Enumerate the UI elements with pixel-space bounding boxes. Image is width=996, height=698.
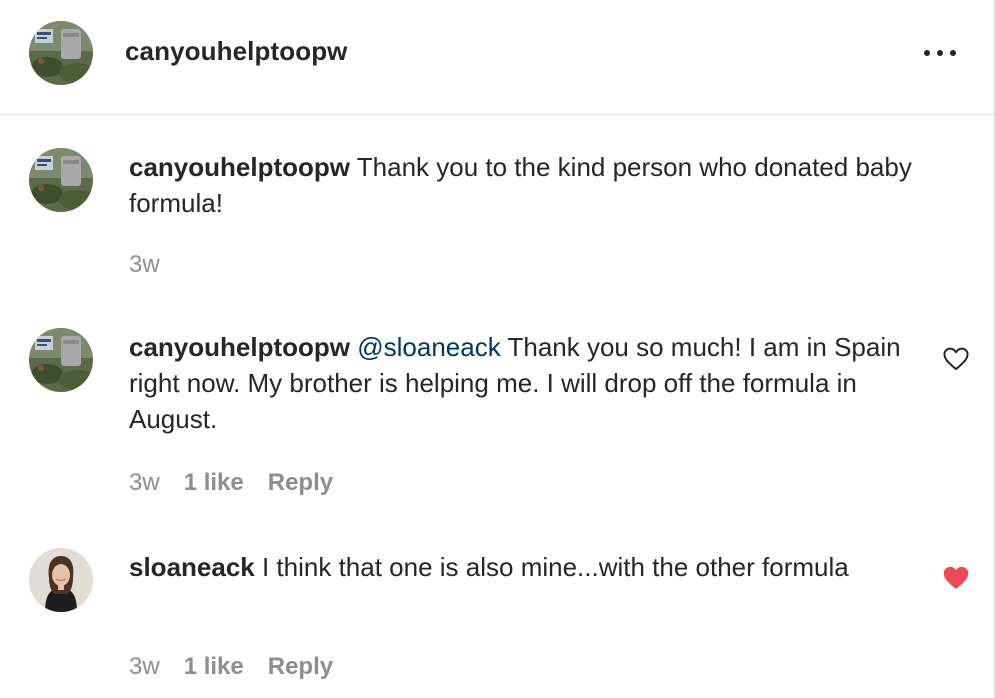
- heart-filled-icon[interactable]: [943, 566, 969, 590]
- avatar[interactable]: [29, 21, 93, 85]
- more-dot: [924, 50, 930, 56]
- comment-mention-link[interactable]: @sloaneack: [357, 332, 500, 362]
- comment-meta: 3w: [129, 251, 184, 279]
- comment-body: sloaneack I think that one is also mine.…: [129, 549, 919, 585]
- comment-meta: 3w 1 like Reply: [129, 469, 333, 497]
- header-username[interactable]: canyouhelptoopw: [125, 36, 348, 67]
- comment-item: sloaneack I think that one is also mine.…: [0, 548, 994, 698]
- comment-text: I think that one is also mine...with the…: [261, 552, 849, 582]
- more-dot: [950, 50, 956, 56]
- more-options-icon[interactable]: [918, 38, 962, 68]
- post-comments-panel: canyouhelptoopw canyouhelptoopw Thank yo…: [0, 0, 996, 698]
- comment-username[interactable]: canyouhelptoopw: [129, 332, 350, 362]
- avatar[interactable]: [29, 548, 93, 612]
- avatar[interactable]: [29, 148, 93, 212]
- likes-count-link[interactable]: 1 like: [184, 653, 244, 681]
- comment-item: canyouhelptoopw Thank you to the kind pe…: [0, 148, 994, 278]
- reply-button[interactable]: Reply: [268, 469, 333, 497]
- comment-timestamp[interactable]: 3w: [129, 653, 160, 681]
- comment-body: canyouhelptoopw @sloaneack Thank you so …: [129, 329, 919, 437]
- comment-item: canyouhelptoopw @sloaneack Thank you so …: [0, 328, 994, 500]
- more-dot: [937, 50, 943, 56]
- comment-timestamp[interactable]: 3w: [129, 469, 160, 497]
- comment-body: canyouhelptoopw Thank you to the kind pe…: [129, 149, 919, 221]
- reply-button[interactable]: Reply: [268, 653, 333, 681]
- comment-meta: 3w 1 like Reply: [129, 653, 333, 681]
- comment-username[interactable]: sloaneack: [129, 552, 255, 582]
- post-header: canyouhelptoopw: [0, 0, 994, 115]
- heart-icon[interactable]: [943, 347, 969, 371]
- comment-username[interactable]: canyouhelptoopw: [129, 152, 350, 182]
- avatar[interactable]: [29, 328, 93, 392]
- comment-timestamp[interactable]: 3w: [129, 251, 160, 279]
- likes-count-link[interactable]: 1 like: [184, 469, 244, 497]
